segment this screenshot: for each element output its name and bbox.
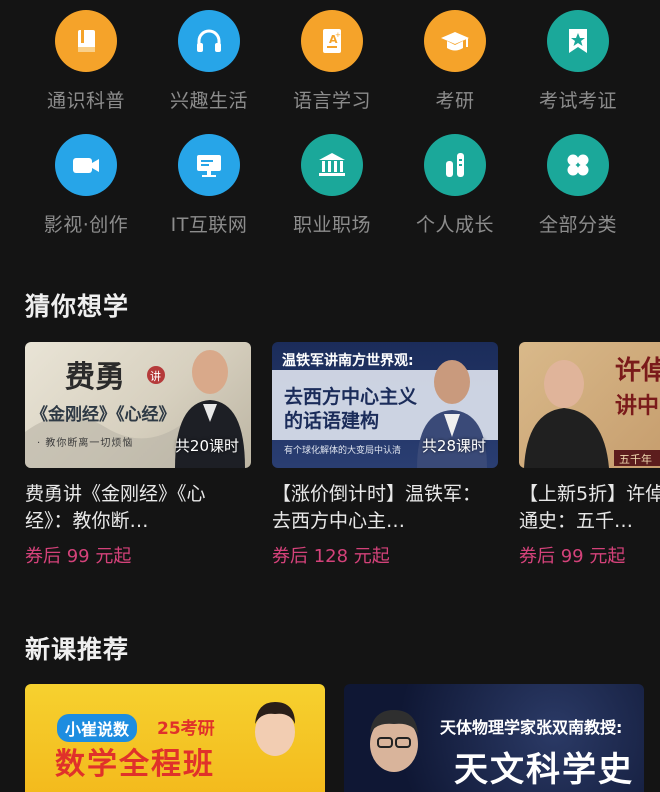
course-price: 券后 99 元起 bbox=[25, 546, 132, 567]
svg-text:+: + bbox=[335, 31, 341, 39]
thumb-header: 温铁军讲南方世界观: bbox=[282, 353, 414, 369]
category-label: 考研 bbox=[435, 90, 475, 112]
course-title: 【涨价倒计时】温铁军：去西方中心主… bbox=[272, 483, 482, 532]
category-label: 影视·创作 bbox=[43, 214, 129, 236]
course-price: 券后 99 元起 bbox=[519, 546, 626, 567]
graduation-cap-icon bbox=[424, 10, 486, 72]
instructor-photo bbox=[255, 702, 295, 756]
category-label: 个人成长 bbox=[415, 214, 494, 236]
card-tag: 小崔说数 bbox=[57, 714, 138, 742]
category-label: IT互联网 bbox=[170, 214, 248, 236]
course-card[interactable]: 许倬 讲中国 五千年 【上新5折】许倬云讲中国通史：五千… 券后 99 元起 bbox=[519, 342, 660, 568]
thumb-name: 费勇 bbox=[65, 360, 125, 395]
category-general-science[interactable]: 通识科普 bbox=[31, 10, 141, 113]
lesson-count-badge: 共28课时 bbox=[421, 437, 486, 455]
course-card[interactable]: 温铁军讲南方世界观: 去西方中心主义 的话语建构 有个球化解体的大变局中认清 共… bbox=[272, 342, 498, 568]
course-thumbnail: 温铁军讲南方世界观: 去西方中心主义 的话语建构 有个球化解体的大变局中认清 共… bbox=[272, 342, 498, 468]
card-headline: 天文科学史 bbox=[454, 750, 634, 790]
thumb-mark: 讲 bbox=[150, 370, 161, 383]
new-course-card[interactable]: 天体物理学家张双南教授: 天文科学史 bbox=[344, 684, 644, 792]
category-it-internet[interactable]: IT互联网 bbox=[154, 134, 264, 237]
course-price: 券后 128 元起 bbox=[272, 546, 390, 567]
category-exams-certs[interactable]: 考试考证 bbox=[523, 10, 633, 113]
thumb-line1: 去西方中心主义 bbox=[284, 386, 418, 408]
thumb-line2: 的话语建构 bbox=[284, 410, 380, 432]
category-label: 语言学习 bbox=[292, 90, 371, 112]
category-career[interactable]: 职业职场 bbox=[277, 134, 387, 237]
institution-icon bbox=[301, 134, 363, 196]
headphones-icon bbox=[178, 10, 240, 72]
video-camera-icon bbox=[55, 134, 117, 196]
course-card[interactable]: 费勇 讲 《金刚经》《心经》 · 教你断离一切烦恼 共20课时 费勇讲《金刚经》… bbox=[25, 342, 251, 568]
thumb-tagline: 有个球化解体的大变局中认清 bbox=[284, 446, 402, 456]
award-badge-icon bbox=[547, 10, 609, 72]
monitor-icon bbox=[178, 134, 240, 196]
category-all[interactable]: 全部分类 bbox=[523, 134, 633, 237]
course-title: 费勇讲《金刚经》《心经》：教你断… bbox=[25, 483, 206, 532]
card-headline: 数学全程班 bbox=[55, 747, 215, 782]
course-title: 【上新5折】许倬云讲中国通史：五千… bbox=[519, 483, 660, 532]
category-label: 全部分类 bbox=[538, 214, 617, 236]
lesson-count-badge: 共20课时 bbox=[174, 437, 239, 455]
language-doc-icon: A + bbox=[301, 10, 363, 72]
thumb-line1: 许倬 bbox=[615, 356, 660, 386]
thumb-line2: 讲中国 bbox=[615, 393, 660, 419]
growth-bars-icon bbox=[424, 134, 486, 196]
new-course-card[interactable]: 小崔说数 25考研 数学全程班 bbox=[25, 684, 325, 792]
all-categories-icon bbox=[547, 134, 609, 196]
category-label: 兴趣生活 bbox=[169, 90, 248, 112]
course-thumbnail: 费勇 讲 《金刚经》《心经》 · 教你断离一切烦恼 共20课时 bbox=[25, 342, 251, 468]
category-postgrad-exam[interactable]: 考研 bbox=[400, 10, 510, 113]
book-icon bbox=[55, 10, 117, 72]
thumb-subtitle: 《金刚经》《心经》 bbox=[31, 405, 176, 425]
card-year: 25考研 bbox=[157, 719, 215, 739]
category-film-creation[interactable]: 影视·创作 bbox=[31, 134, 141, 237]
card-header: 天体物理学家张双南教授: bbox=[440, 718, 623, 737]
category-label: 职业职场 bbox=[292, 214, 371, 236]
instructor-photo bbox=[370, 710, 418, 772]
category-personal-growth[interactable]: 个人成长 bbox=[400, 134, 510, 237]
category-label: 考试考证 bbox=[538, 90, 617, 112]
category-language[interactable]: A + 语言学习 bbox=[277, 10, 387, 113]
category-label: 通识科普 bbox=[46, 90, 125, 112]
section-title-guess: 猜你想学 bbox=[25, 292, 130, 321]
course-thumbnail: 许倬 讲中国 五千年 bbox=[519, 342, 660, 468]
section-title-recommend: 新课推荐 bbox=[25, 635, 130, 664]
thumb-line3: 五千年 bbox=[619, 453, 652, 466]
thumb-tagline: · 教你断离一切烦恼 bbox=[37, 438, 134, 449]
category-hobbies-life[interactable]: 兴趣生活 bbox=[154, 10, 264, 113]
